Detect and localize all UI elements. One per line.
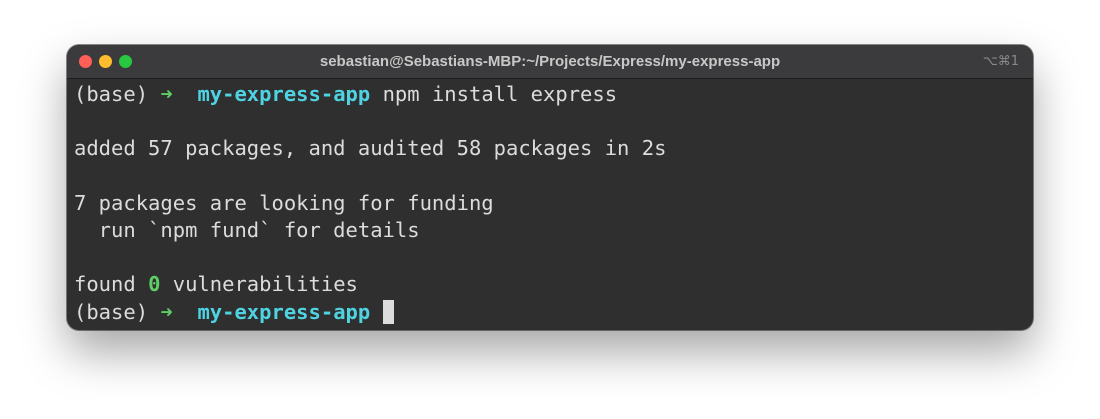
text-cursor[interactable]: [382, 299, 394, 324]
prompt-directory: my-express-app: [197, 299, 371, 324]
vulnerability-count: 0: [148, 272, 161, 297]
prompt-arrow: ➜: [160, 299, 173, 324]
title-bar[interactable]: sebastian@Sebastians-MBP:~/Projects/Expr…: [67, 45, 1033, 79]
prompt-arrow: ➜: [160, 82, 173, 106]
found-suffix: vulnerabilities: [172, 272, 358, 297]
output-added: added 57 packages, and audited 58 packag…: [74, 136, 667, 161]
terminal-output[interactable]: (base) ➜ my-express-app npm install expr…: [74, 81, 1023, 330]
window-title: sebastian@Sebastians-MBP:~/Projects/Expr…: [319, 53, 781, 70]
terminal-window: sebastian@Sebastians-MBP:~/Projects/Expr…: [67, 45, 1033, 330]
output-funding: 7 packages are looking for funding: [74, 190, 494, 215]
prompt-env: (base): [74, 82, 149, 106]
output-vulnerabilities: found 0 vulnerabilities: [74, 271, 1023, 298]
found-prefix: found: [74, 272, 136, 297]
command-text: npm install express: [382, 82, 618, 106]
command-line: (base) ➜ my-express-app npm install expr…: [74, 81, 1023, 108]
prompt-directory: my-express-app: [197, 82, 371, 106]
window-shortcut: ⌥⌘1: [982, 54, 1019, 69]
output-fund-hint: run `npm fund` for details: [74, 217, 420, 242]
prompt-env: (base): [74, 299, 149, 324]
current-prompt[interactable]: (base) ➜ my-express-app: [74, 299, 1023, 326]
